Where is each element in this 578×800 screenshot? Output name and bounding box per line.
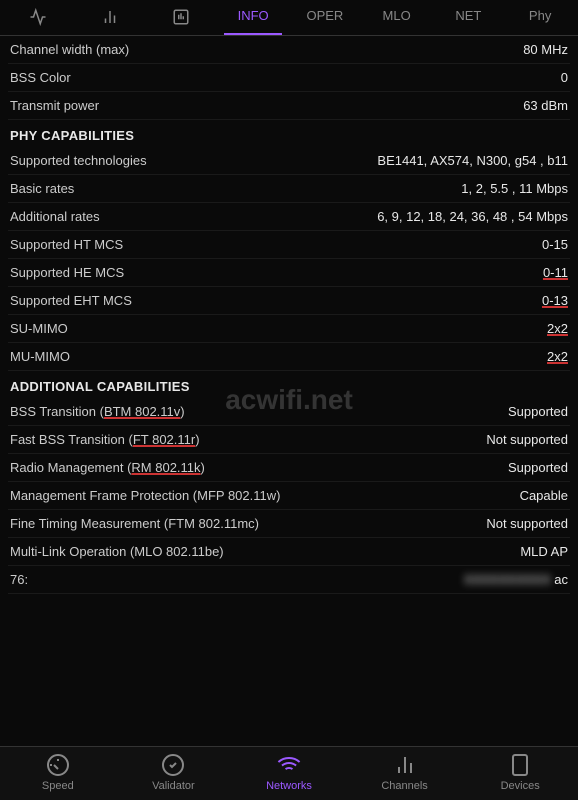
su-mimo-value: 2x2 [547,321,568,336]
mu-mimo-label: MU-MIMO [10,349,547,364]
nav-devices[interactable]: Devices [462,753,578,792]
row-additional-rates: Additional rates 6, 9, 12, 18, 24, 36, 4… [8,203,570,231]
row-basic-rates: Basic rates 1, 2, 5.5 , 11 Mbps [8,175,570,203]
ht-mcs-value: 0-15 [542,237,568,252]
bss-color-label: BSS Color [10,70,561,85]
speed-label: Speed [42,780,74,792]
nav-networks[interactable]: Networks [231,753,347,792]
last-row-label: 76: [10,572,464,587]
bottom-navigation: Speed Validator Networks Channels Devic [0,746,578,800]
basic-rates-value: 1, 2, 5.5 , 11 Mbps [461,181,568,196]
he-mcs-value: 0-11 [543,265,568,280]
tab-info[interactable]: INFO [217,0,289,35]
eht-mcs-label: Supported EHT MCS [10,293,542,308]
tab-oper[interactable]: OPER [289,0,361,35]
row-supported-he-mcs: Supported HE MCS 0-11 [8,259,570,287]
row-ftm: Fine Timing Measurement (FTM 802.11mc) N… [8,510,570,538]
fast-bss-label: Fast BSS Transition (FT 802.11r) [10,432,486,447]
mfp-value: Capable [520,488,568,503]
nav-validator[interactable]: Validator [116,753,232,792]
bss-color-value: 0 [561,70,568,85]
he-mcs-label: Supported HE MCS [10,265,543,280]
last-row-value: XXXXXXXXXX ac [464,572,568,587]
channel-width-label: Channel width (max) [10,42,523,57]
blurred-data: XXXXXXXXXX [464,572,551,587]
tab-net[interactable]: NET [433,0,505,35]
tab-bar[interactable] [146,0,218,35]
bss-transition-label: BSS Transition (BTM 802.11v) [10,404,508,419]
top-navigation: INFO OPER MLO NET Phy [0,0,578,36]
row-mfp: Management Frame Protection (MFP 802.11w… [8,482,570,510]
radio-management-proto: RM 802.11k [131,460,200,475]
networks-label: Networks [266,780,312,792]
additional-rates-label: Additional rates [10,209,377,224]
ftm-label: Fine Timing Measurement (FTM 802.11mc) [10,516,486,531]
row-fast-bss-transition: Fast BSS Transition (FT 802.11r) Not sup… [8,426,570,454]
networks-icon [277,753,301,777]
mlo-value: MLD AP [520,544,568,559]
validator-label: Validator [152,780,195,792]
last-row-suffix: ac [554,572,568,587]
row-supported-technologies: Supported technologies BE1441, AX574, N3… [8,147,570,175]
nav-channels[interactable]: Channels [347,753,463,792]
transmit-power-value: 63 dBm [523,98,568,113]
eht-mcs-value: 0-13 [542,293,568,308]
row-bss-color: BSS Color 0 [8,64,570,92]
speed-icon [46,753,70,777]
phy-capabilities-header: PHY CAPABILITIES [8,120,570,147]
row-mu-mimo: MU-MIMO 2x2 [8,343,570,371]
row-bss-transition: BSS Transition (BTM 802.11v) Supported [8,398,570,426]
devices-icon [508,753,532,777]
tab-phy[interactable]: Phy [504,0,576,35]
su-mimo-label: SU-MIMO [10,321,547,336]
row-radio-management: Radio Management (RM 802.11k) Supported [8,454,570,482]
row-su-mimo: SU-MIMO 2x2 [8,315,570,343]
fast-bss-proto: FT 802.11r [133,432,195,447]
basic-rates-label: Basic rates [10,181,461,196]
row-channel-width: Channel width (max) 80 MHz [8,36,570,64]
tab-signal[interactable] [2,0,74,35]
main-content: Channel width (max) 80 MHz BSS Color 0 T… [0,36,578,746]
nav-speed[interactable]: Speed [0,753,116,792]
mfp-label: Management Frame Protection (MFP 802.11w… [10,488,520,503]
validator-icon [161,753,185,777]
row-transmit-power: Transmit power 63 dBm [8,92,570,120]
channels-icon [393,753,417,777]
ftm-value: Not supported [486,516,568,531]
transmit-power-label: Transmit power [10,98,523,113]
additional-rates-value: 6, 9, 12, 18, 24, 36, 48 , 54 Mbps [377,209,568,224]
ht-mcs-label: Supported HT MCS [10,237,542,252]
tab-chart[interactable] [74,0,146,35]
row-last: 76: XXXXXXXXXX ac [8,566,570,594]
radio-management-value: Supported [508,460,568,475]
channels-label: Channels [381,780,427,792]
mlo-label: Multi-Link Operation (MLO 802.11be) [10,544,520,559]
supported-tech-label: Supported technologies [10,153,377,168]
row-supported-ht-mcs: Supported HT MCS 0-15 [8,231,570,259]
supported-tech-value: BE1441, AX574, N300, g54 , b11 [377,153,568,168]
row-mlo: Multi-Link Operation (MLO 802.11be) MLD … [8,538,570,566]
additional-capabilities-header: ADDITIONAL CAPABILITIES [8,371,570,398]
bss-transition-value: Supported [508,404,568,419]
mu-mimo-value: 2x2 [547,349,568,364]
tab-mlo[interactable]: MLO [361,0,433,35]
bss-transition-proto: BTM 802.11v [104,404,180,419]
row-supported-eht-mcs: Supported EHT MCS 0-13 [8,287,570,315]
fast-bss-value: Not supported [486,432,568,447]
devices-label: Devices [501,780,540,792]
channel-width-value: 80 MHz [523,42,568,57]
radio-management-label: Radio Management (RM 802.11k) [10,460,508,475]
